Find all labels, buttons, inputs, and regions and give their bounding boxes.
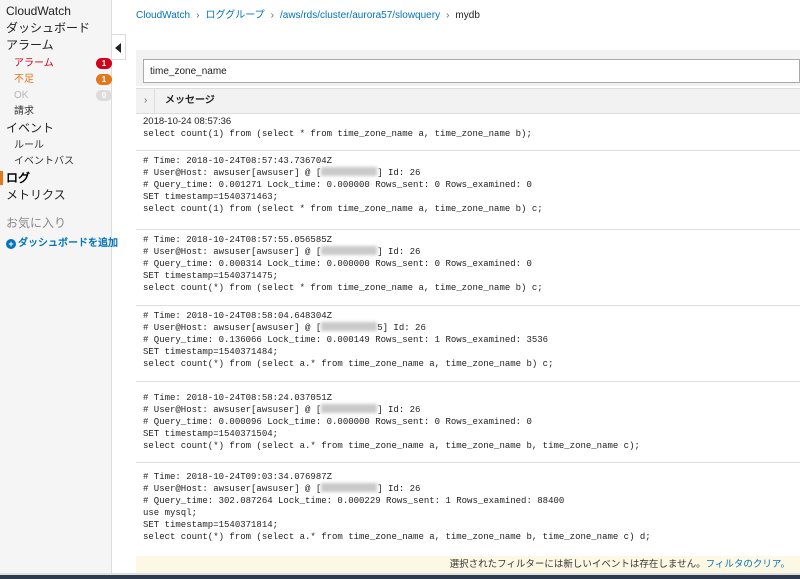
breadcrumb-log-group[interactable]: /aws/rds/cluster/aurora57/slowquery [280,10,440,21]
log-time: # Time: 2018-10-24T08:58:24.037051Z [143,393,333,403]
breadcrumb-log-groups[interactable]: ロググループ [205,10,264,21]
log-user-host: # User@Host: awsuser[awsuser] @ [] Id: 2… [143,246,421,257]
log-event-row[interactable]: # Time: 2018-10-24T08:57:43.736704Z # Us… [136,151,800,230]
sidebar-item-alarms[interactable]: アラーム [6,38,54,52]
redacted-host [321,322,378,331]
no-new-events-banner: 選択されたフィルターには新しいイベントは存在しません。フィルタのクリア。 [136,556,800,573]
sidebar-item-logs[interactable]: ログ [6,171,30,185]
redacted-host [321,404,378,413]
log-query-stats: # Query_time: 302.087264 Lock_time: 0.00… [143,496,565,506]
sidebar-item-dashboard[interactable]: ダッシュボード [6,21,90,35]
bottom-bar [0,573,800,579]
sidebar-item-insufficient[interactable]: 不足 [14,73,34,87]
log-time: # Time: 2018-10-24T09:03:34.076987Z [143,472,333,482]
log-set-timestamp: SET timestamp=1540371504; [143,429,279,439]
log-user-host: # User@Host: awsuser[awsuser] @ [] Id: 2… [143,404,421,415]
log-event-row[interactable]: # Time: 2018-10-24T08:58:04.648304Z # Us… [136,306,800,382]
column-header-message[interactable]: メッセージ [154,89,215,113]
log-query: select count(*) from (select a.* from ti… [143,359,554,369]
log-set-timestamp: SET timestamp=1540371463; [143,192,279,202]
chevron-right-icon: › [196,10,200,21]
plus-circle-icon: + [6,239,16,249]
log-event-row[interactable]: 2018-10-24 08:57:36 select count(1) from… [136,114,800,151]
redacted-host [321,246,378,255]
log-time: # Time: 2018-10-24T08:58:04.648304Z [143,311,333,321]
log-query: select count(1) from (select * from time… [143,204,543,214]
insufficient-count-badge: 1 [96,74,112,85]
log-timestamp: 2018-10-24 08:57:36 [143,116,232,127]
filter-input[interactable] [143,59,800,83]
log-query: select count(*) from (select a.* from ti… [143,532,651,542]
sidebar: CloudWatch ダッシュボード アラーム アラーム 1 不足 1 OK 0… [0,0,118,579]
log-query-stats: # Query_time: 0.000096 Lock_time: 0.0000… [143,417,532,427]
sidebar-item-event-buses[interactable]: イベントバス [14,155,74,169]
breadcrumb-log-stream: mydb [455,10,480,21]
log-query: select count(*) from (select * from time… [143,283,543,293]
breadcrumb: CloudWatch › ロググループ › /aws/rds/cluster/auror… [136,6,480,21]
sidebar-item-billing[interactable]: 請求 [14,105,34,119]
chevron-right-icon: › [446,10,450,21]
log-user-host: # User@Host: awsuser[awsuser] @ [5] Id: … [143,322,426,333]
chevron-right-icon: › [270,10,274,21]
sidebar-item-rules[interactable]: ルール [14,139,44,153]
log-query: select count(*) from (select a.* from ti… [143,441,640,451]
alarm-count-badge: 1 [96,58,112,69]
ok-count-badge: 0 [96,90,112,101]
log-event-row[interactable]: # Time: 2018-10-24T08:57:55.056585Z # Us… [136,230,800,306]
sidebar-item-events[interactable]: イベント [6,121,54,135]
add-dashboard-label: ダッシュボードを追加 [18,238,118,249]
log-query-stats: # Query_time: 0.136066 Lock_time: 0.0001… [143,335,549,345]
no-new-events-message: 選択されたフィルターには新しいイベントは存在しません。 [449,559,706,570]
log-user-host: # User@Host: awsuser[awsuser] @ [] Id: 2… [143,167,421,178]
active-indicator [0,171,3,185]
sidebar-collapse-button[interactable] [112,34,126,60]
log-query-stats: # Query_time: 0.000314 Lock_time: 0.0000… [143,259,532,269]
log-set-timestamp: SET timestamp=1540371814; [143,520,279,530]
log-user-host: # User@Host: awsuser[awsuser] @ [] Id: 2… [143,483,421,494]
sidebar-item-alarm-state[interactable]: アラーム [14,57,54,71]
log-use-db: use mysql; [143,508,198,518]
log-events-list[interactable]: 2018-10-24 08:57:36 select count(1) from… [136,114,800,556]
log-query-stats: # Query_time: 0.001271 Lock_time: 0.0000… [143,180,532,190]
log-event-row[interactable]: # Time: 2018-10-24T09:03:34.076987Z # Us… [136,463,800,556]
log-time: # Time: 2018-10-24T08:57:43.736704Z [143,156,333,166]
redacted-host [321,167,378,176]
breadcrumb-cloudwatch[interactable]: CloudWatch [136,10,190,21]
expand-all-icon[interactable]: › [144,95,147,106]
log-time: # Time: 2018-10-24T08:57:55.056585Z [143,235,333,245]
log-set-timestamp: SET timestamp=1540371484; [143,347,279,357]
sidebar-title[interactable]: CloudWatch [6,4,71,18]
caret-left-icon [115,43,121,53]
table-header: › メッセージ [136,88,800,114]
sidebar-item-metrics[interactable]: メトリクス [6,188,66,202]
log-event-row[interactable]: # Time: 2018-10-24T08:58:24.037051Z # Us… [136,382,800,463]
log-query: select count(1) from (select * from time… [143,129,532,139]
sidebar-item-ok[interactable]: OK [14,89,28,103]
log-set-timestamp: SET timestamp=1540371475; [143,271,279,281]
add-dashboard-link[interactable]: + ダッシュボードを追加 [6,237,118,251]
favorites-heading: お気に入り [6,216,67,230]
redacted-host [321,483,378,492]
clear-filter-link[interactable]: フィルタのクリア。 [706,559,790,570]
